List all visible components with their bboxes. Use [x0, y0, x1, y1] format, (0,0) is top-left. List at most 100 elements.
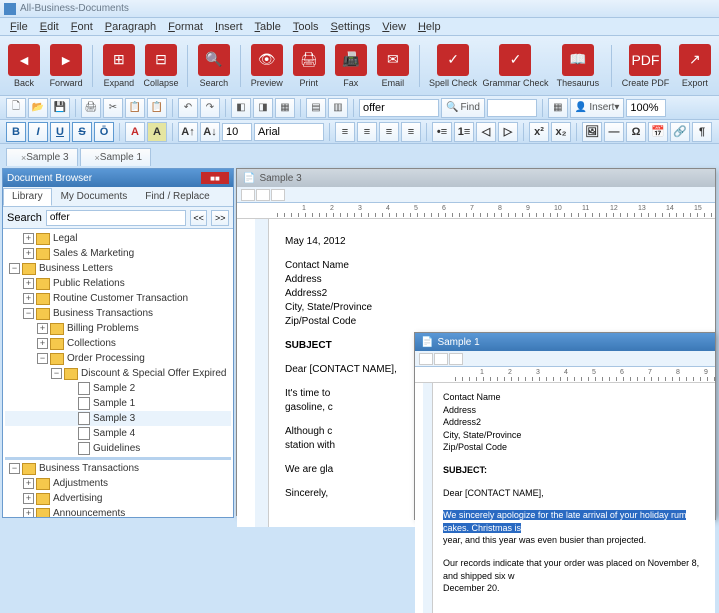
menu-edit[interactable]: Edit — [34, 19, 65, 35]
mini-btn[interactable] — [449, 353, 463, 365]
print-button[interactable]: 🖨Print — [291, 44, 327, 88]
menu-format[interactable]: Format — [162, 19, 209, 35]
tree-node[interactable]: −Order Processing — [5, 351, 231, 366]
thesaurus-button[interactable]: 📖Thesaurus — [552, 44, 603, 88]
find-scope-select[interactable] — [487, 99, 537, 117]
menu-insert[interactable]: Insert — [209, 19, 249, 35]
menu-file[interactable]: File — [4, 19, 34, 35]
browser-tab-my-documents[interactable]: My Documents — [52, 188, 137, 206]
tree-node[interactable]: +Adjustments — [5, 476, 231, 491]
menu-help[interactable]: Help — [412, 19, 447, 35]
find-input[interactable] — [359, 99, 439, 117]
expand-toggle[interactable]: + — [23, 248, 34, 259]
grow-font-button[interactable]: A↑ — [178, 122, 198, 142]
align-justify-button[interactable]: ≡ — [401, 122, 421, 142]
misc-button-1[interactable]: ◧ — [231, 98, 251, 118]
forward-button[interactable]: ►Forward — [48, 44, 84, 88]
open-button[interactable]: 📂 — [28, 98, 48, 118]
expand-toggle[interactable]: + — [37, 338, 48, 349]
tree-node[interactable]: −Business Letters — [5, 261, 231, 276]
tree-node[interactable]: +Public Relations — [5, 276, 231, 291]
tree-node[interactable]: +Routine Customer Transaction — [5, 291, 231, 306]
search-button[interactable]: 🔍Search — [196, 44, 232, 88]
menu-table[interactable]: Table — [249, 19, 287, 35]
indent-button[interactable]: ▷ — [498, 122, 518, 142]
browser-search-input[interactable] — [46, 210, 186, 226]
expand-toggle[interactable]: + — [23, 293, 34, 304]
tree-node[interactable]: −Business Transactions — [5, 306, 231, 321]
expand-toggle[interactable]: − — [51, 368, 62, 379]
align-center-button[interactable]: ≡ — [357, 122, 377, 142]
horizontal-ruler[interactable]: 12345678910111213141516 — [237, 203, 715, 219]
tree-node[interactable]: −Business Transactions — [5, 461, 231, 476]
tab-sample-1[interactable]: × Sample 1 — [80, 148, 152, 166]
search-next-button[interactable]: >> — [211, 210, 229, 226]
menu-view[interactable]: View — [376, 19, 412, 35]
print-button[interactable]: 🖨 — [81, 98, 101, 118]
font-color-button[interactable]: A — [125, 122, 145, 142]
browser-tab-library[interactable]: Library — [3, 188, 52, 206]
bold-button[interactable]: B — [6, 122, 26, 142]
mini-btn[interactable] — [419, 353, 433, 365]
align-left-button[interactable]: ≡ — [335, 122, 355, 142]
tree-node[interactable]: +Collections — [5, 336, 231, 351]
symbol-button[interactable]: Ω — [626, 122, 646, 142]
tree-node[interactable]: +Sales & Marketing — [5, 246, 231, 261]
expand-button[interactable]: ⊞Expand — [101, 44, 137, 88]
mini-btn[interactable] — [434, 353, 448, 365]
date-button[interactable]: 📅 — [648, 122, 668, 142]
number-list-button[interactable]: 1≡ — [454, 122, 474, 142]
align-right-button[interactable]: ≡ — [379, 122, 399, 142]
image-button[interactable]: 🖼 — [582, 122, 602, 142]
font-size-select[interactable] — [222, 123, 252, 141]
tree-node[interactable]: +Billing Problems — [5, 321, 231, 336]
tree-node[interactable]: Sample 2 — [5, 381, 231, 396]
font-name-select[interactable] — [254, 123, 324, 141]
italic-button[interactable]: I — [28, 122, 48, 142]
close-panel-button[interactable]: ■■ — [201, 172, 229, 184]
copy-button[interactable]: 📋 — [125, 98, 145, 118]
back-button[interactable]: ◄Back — [6, 44, 42, 88]
expand-toggle[interactable]: − — [9, 463, 20, 474]
preview-button[interactable]: 👁Preview — [249, 44, 285, 88]
tree-node[interactable]: +Announcements — [5, 506, 231, 517]
expand-toggle[interactable]: + — [23, 278, 34, 289]
new-button[interactable]: 🗋 — [6, 98, 26, 118]
misc-button-2[interactable]: ◨ — [253, 98, 273, 118]
tab-sample-3[interactable]: × Sample 3 — [6, 148, 78, 166]
menu-settings[interactable]: Settings — [325, 19, 377, 35]
undo-button[interactable]: ↶ — [178, 98, 198, 118]
find-button[interactable]: 🔍Find — [441, 98, 485, 118]
redo-button[interactable]: ↷ — [200, 98, 220, 118]
expand-toggle[interactable]: + — [23, 508, 34, 517]
tree-node[interactable]: Sample 3 — [5, 411, 231, 426]
shrink-font-button[interactable]: A↓ — [200, 122, 220, 142]
superscript-button[interactable]: x² — [529, 122, 549, 142]
tree-node[interactable]: +Advertising — [5, 491, 231, 506]
mini-btn[interactable] — [271, 189, 285, 201]
document-window-sample-1[interactable]: 📄Sample 1 12345678910111213141516 Contac… — [414, 332, 716, 520]
search-prev-button[interactable]: << — [190, 210, 208, 226]
mini-btn[interactable] — [256, 189, 270, 201]
misc-button-3[interactable]: ▦ — [275, 98, 295, 118]
horizontal-ruler[interactable]: 12345678910111213141516 — [415, 367, 715, 383]
fax-button[interactable]: 📠Fax — [333, 44, 369, 88]
bullet-list-button[interactable]: •≡ — [432, 122, 452, 142]
export-button[interactable]: ↗Export — [677, 44, 713, 88]
expand-toggle[interactable]: + — [23, 233, 34, 244]
menu-tools[interactable]: Tools — [287, 19, 325, 35]
expand-toggle[interactable]: + — [23, 478, 34, 489]
strike-button[interactable]: S — [72, 122, 92, 142]
zoom-select[interactable] — [626, 99, 666, 117]
tree-node[interactable]: Guidelines — [5, 441, 231, 456]
browser-tab-find---replace[interactable]: Find / Replace — [136, 188, 218, 206]
spell-check-button[interactable]: ✓Spell Check — [428, 44, 479, 88]
tree-node[interactable]: +Legal — [5, 231, 231, 246]
grammar-check-button[interactable]: ✓Grammar Check — [484, 44, 546, 88]
table-button[interactable]: ▦ — [548, 98, 568, 118]
expand-toggle[interactable]: − — [37, 353, 48, 364]
highlight-button[interactable]: A — [147, 122, 167, 142]
menu-font[interactable]: Font — [65, 19, 99, 35]
doc-window-title[interactable]: 📄Sample 1 — [415, 333, 715, 351]
document-content[interactable]: Contact NameAddressAddress2City, State/P… — [415, 383, 715, 613]
